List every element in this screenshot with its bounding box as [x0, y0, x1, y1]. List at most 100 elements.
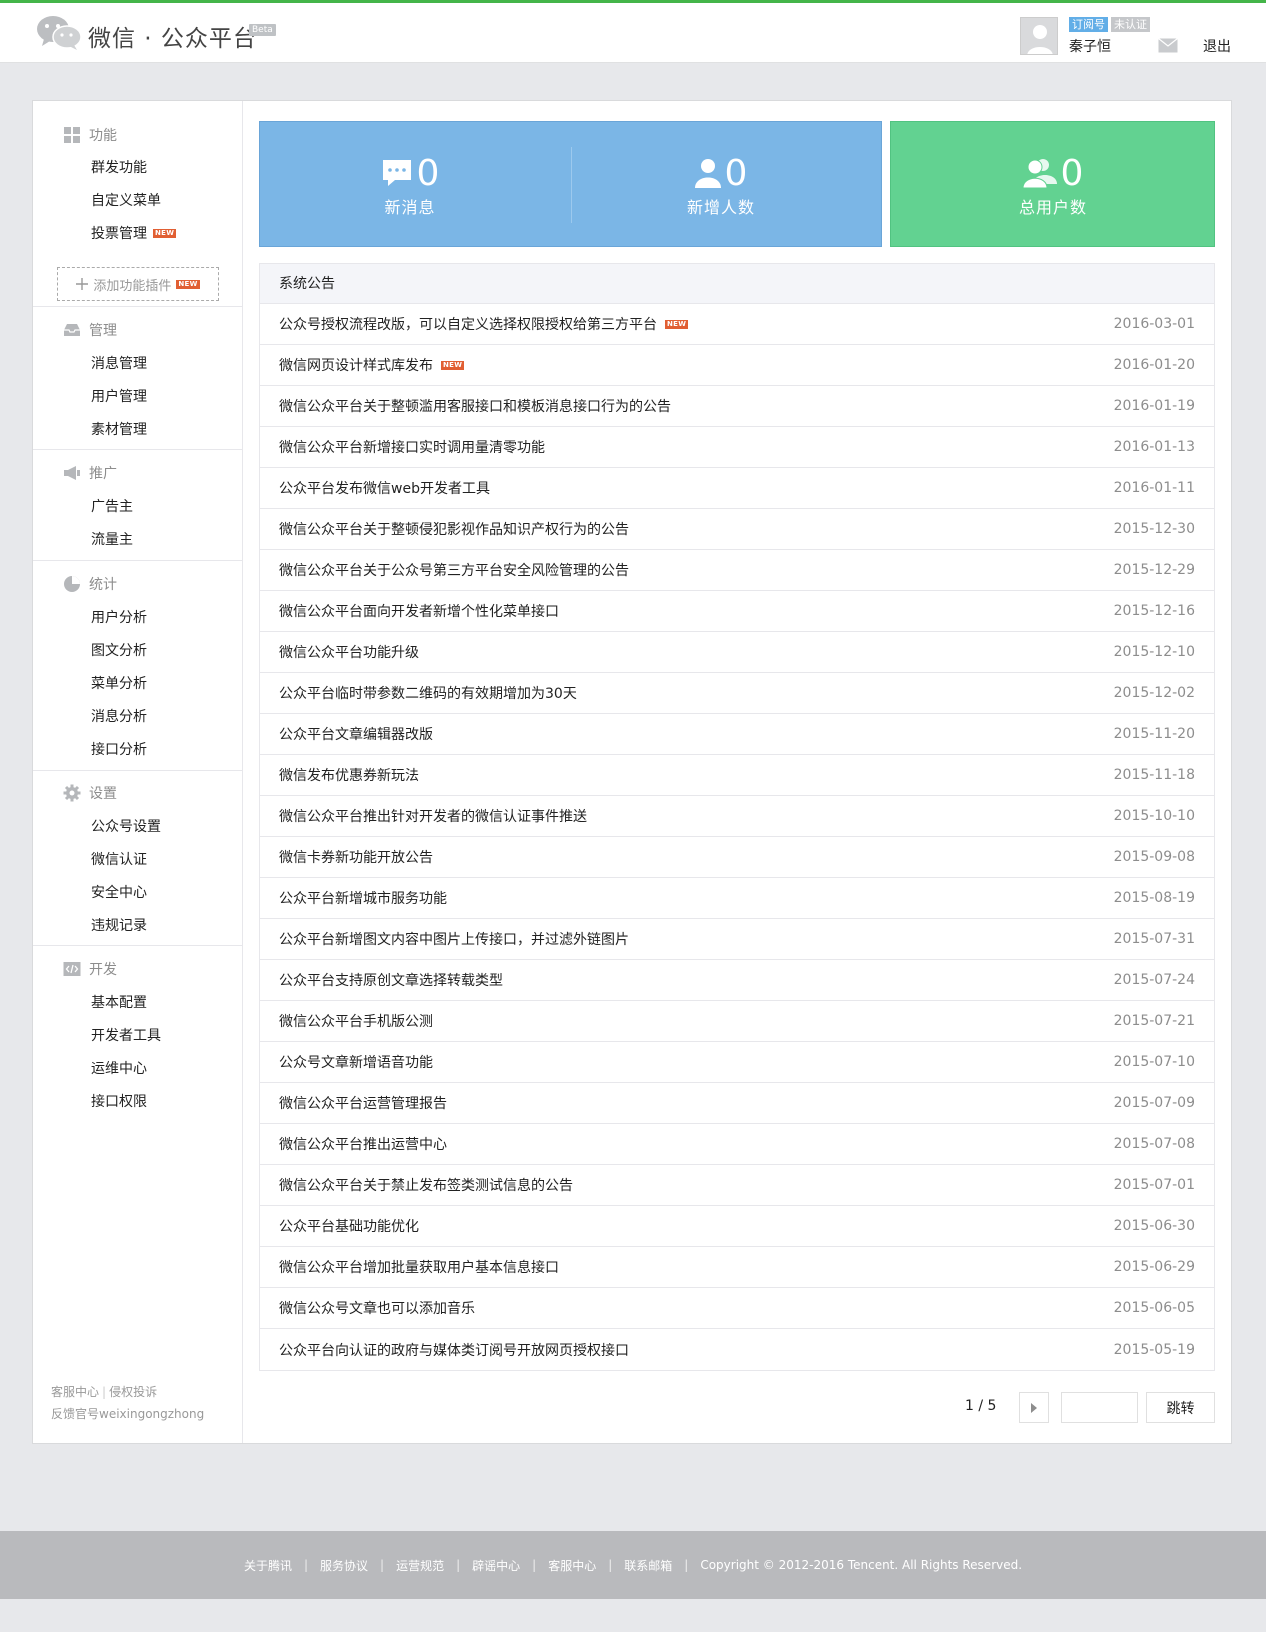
notice-row[interactable]: 微信公众平台关于禁止发布签类测试信息的公告 2015-07-01 [260, 1165, 1214, 1206]
notice-title: 公众平台支持原创文章选择转载类型 [279, 970, 503, 990]
notice-row[interactable]: 微信公众平台运营管理报告 2015-07-09 [260, 1083, 1214, 1124]
stat-new-messages[interactable]: 0 新消息 [260, 152, 560, 218]
notice-list: 公众号授权流程改版，可以自定义选择权限授权给第三方平台 NEW 2016-03-01… [260, 304, 1214, 1370]
notice-row[interactable]: 微信公众平台关于整顿侵犯影视作品知识产权行为的公告 2015-12-30 [260, 509, 1214, 550]
infringement-link[interactable]: 侵权投诉 [109, 1385, 157, 1399]
footer-link[interactable]: 运营规范 [396, 1557, 444, 1574]
notice-date: 2015-09-08 [1113, 849, 1195, 865]
notice-row[interactable]: 微信公众平台功能升级 2015-12-10 [260, 632, 1214, 673]
mail-icon[interactable] [1158, 38, 1178, 53]
inbox-icon [64, 324, 80, 336]
triangle-right-icon [1031, 1402, 1037, 1413]
username[interactable]: 秦子恒 [1069, 36, 1111, 56]
page-jump-button[interactable]: 跳转 [1146, 1392, 1215, 1423]
sidebar-item-materials[interactable]: 素材管理 [91, 419, 147, 439]
wechat-logo-icon[interactable] [36, 15, 82, 51]
footer-link[interactable]: 辟谣中心 [472, 1557, 520, 1574]
notice-row[interactable]: 微信公众平台关于公众号第三方平台安全风险管理的公告 2015-12-29 [260, 550, 1214, 591]
stat-total-users[interactable]: 0 总用户数 [903, 152, 1203, 218]
sidebar-item-label: 图文分析 [91, 643, 147, 659]
stat-new-users[interactable]: 0 新增人数 [571, 152, 871, 218]
notice-row[interactable]: 公众平台支持原创文章选择转载类型 2015-07-24 [260, 960, 1214, 1001]
notice-date: 2015-08-19 [1113, 890, 1195, 906]
notice-row[interactable]: 微信公众平台推出针对开发者的微信认证事件推送 2015-10-10 [260, 796, 1214, 837]
notice-title-text: 微信发布优惠券新玩法 [279, 768, 419, 784]
footer-link[interactable]: 联系邮箱 [624, 1557, 672, 1574]
sidebar-item-messages[interactable]: 消息管理 [91, 353, 147, 373]
sidebar-item-api-permissions[interactable]: 接口权限 [91, 1091, 147, 1111]
notice-title-text: 公众号授权流程改版，可以自定义选择权限授权给第三方平台 [279, 317, 657, 333]
notice-title-text: 公众平台文章编辑器改版 [279, 727, 433, 743]
sidebar-item-ops-center[interactable]: 运维中心 [91, 1058, 147, 1078]
sidebar-item-basic-config[interactable]: 基本配置 [91, 992, 147, 1012]
sidebar-item-label: 微信认证 [91, 852, 147, 868]
sidebar-item-publisher[interactable]: 流量主 [91, 529, 133, 549]
sidebar-item-advertiser[interactable]: 广告主 [91, 496, 133, 516]
notice-row[interactable]: 公众平台基础功能优化 2015-06-30 [260, 1206, 1214, 1247]
brand-title[interactable]: 微信 · 公众平台 [88, 19, 257, 53]
sidebar-item-security[interactable]: 安全中心 [91, 882, 147, 902]
notice-row[interactable]: 公众平台文章编辑器改版 2015-11-20 [260, 714, 1214, 755]
sidebar-item-menu-analysis[interactable]: 菜单分析 [91, 673, 147, 693]
footer-link[interactable]: 客服中心 [548, 1557, 596, 1574]
new-badge: NEW [441, 360, 465, 370]
notice-date: 2015-07-08 [1113, 1136, 1195, 1152]
footer-link[interactable]: 服务协议 [320, 1557, 368, 1574]
sidebar-footer: 客服中心 | 侵权投诉 反馈官号weixingongzhong [51, 1381, 204, 1425]
notice-row[interactable]: 微信发布优惠券新玩法 2015-11-18 [260, 755, 1214, 796]
notice-row[interactable]: 微信公众号文章也可以添加音乐 2015-06-05 [260, 1288, 1214, 1329]
notice-title: 微信公众平台面向开发者新增个性化菜单接口 [279, 601, 559, 621]
notice-title-text: 公众平台临时带参数二维码的有效期增加为30天 [279, 686, 577, 702]
notice-row[interactable]: 微信公众平台关于整顿滥用客服接口和模板消息接口行为的公告 2016-01-19 [260, 386, 1214, 427]
notice-title-text: 微信公众平台手机版公测 [279, 1014, 433, 1030]
notice-title-text: 微信公众平台增加批量获取用户基本信息接口 [279, 1260, 559, 1276]
sidebar-item-custom-menu[interactable]: 自定义菜单 [91, 190, 161, 210]
notice-title-text: 公众平台发布微信web开发者工具 [279, 481, 490, 497]
notice-row[interactable]: 公众平台新增图文内容中图片上传接口，并过滤外链图片 2015-07-31 [260, 919, 1214, 960]
sidebar-item-article-analysis[interactable]: 图文分析 [91, 640, 147, 660]
notice-row[interactable]: 公众号授权流程改版，可以自定义选择权限授权给第三方平台 NEW 2016-03-01 [260, 304, 1214, 345]
notice-row[interactable]: 微信公众平台新增接口实时调用量清零功能 2016-01-13 [260, 427, 1214, 468]
logout-link[interactable]: 退出 [1203, 36, 1231, 56]
sidebar-item-message-analysis[interactable]: 消息分析 [91, 706, 147, 726]
footer-separator: | [303, 1558, 309, 1572]
sidebar-item-user-analysis[interactable]: 用户分析 [91, 607, 147, 627]
notice-title: 微信公众平台关于禁止发布签类测试信息的公告 [279, 1175, 573, 1195]
notice-title-text: 微信公众平台推出运营中心 [279, 1137, 447, 1153]
notice-title-text: 公众平台向认证的政府与媒体类订阅号开放网页授权接口 [279, 1342, 629, 1359]
notice-row[interactable]: 微信公众平台增加批量获取用户基本信息接口 2015-06-29 [260, 1247, 1214, 1288]
sidebar-item-api-analysis[interactable]: 接口分析 [91, 739, 147, 759]
sidebar-item-verification[interactable]: 微信认证 [91, 849, 147, 869]
notice-row[interactable]: 微信网页设计样式库发布 NEW 2016-01-20 [260, 345, 1214, 386]
avatar[interactable] [1020, 17, 1058, 55]
footer-link[interactable]: 关于腾讯 [244, 1557, 292, 1574]
sidebar-item-mass-send[interactable]: 群发功能 [91, 157, 147, 177]
add-plugin-button[interactable]: 添加功能插件 NEW [57, 267, 219, 301]
notice-date: 2015-07-01 [1113, 1177, 1195, 1193]
sidebar: 功能 群发功能 自定义菜单 投票管理 NEW 添加功能插件 NEW 管理 消息管理… [33, 101, 243, 1443]
footer-separator: | [684, 1558, 689, 1572]
next-page-button[interactable] [1019, 1392, 1049, 1423]
notice-title-text: 公众平台新增城市服务功能 [279, 891, 447, 907]
sidebar-item-violations[interactable]: 违规记录 [91, 915, 147, 935]
sidebar-item-vote[interactable]: 投票管理 NEW [91, 223, 177, 243]
notice-row[interactable]: 公众平台发布微信web开发者工具 2016-01-11 [260, 468, 1214, 509]
page-jump-input[interactable] [1061, 1392, 1138, 1423]
notice-title: 公众平台基础功能优化 [279, 1216, 419, 1236]
notice-row[interactable]: 公众平台临时带参数二维码的有效期增加为30天 2015-12-02 [260, 673, 1214, 714]
notice-date: 2015-06-29 [1113, 1259, 1195, 1275]
sidebar-item-users[interactable]: 用户管理 [91, 386, 147, 406]
user-avatar-icon [1021, 18, 1057, 54]
sidebar-item-dev-tools[interactable]: 开发者工具 [91, 1025, 161, 1045]
sidebar-item-account-settings[interactable]: 公众号设置 [91, 816, 161, 836]
notice-title: 微信公众平台关于整顿侵犯影视作品知识产权行为的公告 [279, 519, 629, 539]
notice-row[interactable]: 微信公众平台面向开发者新增个性化菜单接口 2015-12-16 [260, 591, 1214, 632]
notice-row[interactable]: 公众号文章新增语音功能 2015-07-10 [260, 1042, 1214, 1083]
notice-row[interactable]: 公众平台新增城市服务功能 2015-08-19 [260, 878, 1214, 919]
notice-row[interactable]: 公众平台向认证的政府与媒体类订阅号开放网页授权接口 2015-05-19 [260, 1329, 1214, 1370]
notice-row[interactable]: 微信公众平台手机版公测 2015-07-21 [260, 1001, 1214, 1042]
notice-row[interactable]: 微信卡券新功能开放公告 2015-09-08 [260, 837, 1214, 878]
nav-group-label: 功能 [89, 128, 117, 144]
customer-service-link[interactable]: 客服中心 [51, 1385, 99, 1399]
notice-row[interactable]: 微信公众平台推出运营中心 2015-07-08 [260, 1124, 1214, 1165]
